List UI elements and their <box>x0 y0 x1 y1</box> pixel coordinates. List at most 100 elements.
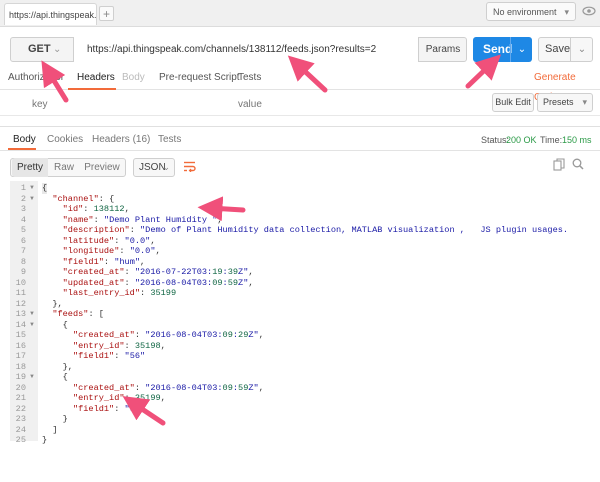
code-line: "field1": "hum", <box>62 256 146 267</box>
arrow-to-name <box>197 196 246 222</box>
code-line: "updated_at": "2016-08-04T03:09:59Z", <box>62 277 254 288</box>
line-number: 16 <box>15 340 26 351</box>
line-number: 14 <box>15 319 26 330</box>
line-number: 20 <box>15 382 26 393</box>
presets-select[interactable]: Presets ▾ <box>537 93 593 112</box>
raw-button[interactable]: Raw <box>50 158 78 177</box>
header-value-input[interactable] <box>236 95 480 113</box>
time-value: 150 ms <box>562 135 592 145</box>
line-number: 21 <box>15 393 26 403</box>
code-line: "entry_id": 35199, <box>72 393 166 403</box>
code-line: ] <box>42 424 58 435</box>
code-line: "description": "Demo of Plant Humidity d… <box>62 225 600 235</box>
line-number: 9 <box>20 267 26 277</box>
code-line: "feeds": [ <box>52 309 104 319</box>
status-value: 200 OK <box>506 135 537 145</box>
status-label: Status: <box>481 135 510 145</box>
code-line: } <box>42 435 48 445</box>
fold-toggle-icon[interactable]: ▼ <box>29 320 35 331</box>
line-number: 19 <box>15 372 26 382</box>
chevron-down-icon: ▾ <box>582 97 587 107</box>
tab-tests[interactable]: Tests <box>238 68 261 88</box>
send-label: Send <box>483 42 513 56</box>
code-line: "channel": { <box>52 193 115 204</box>
fold-toggle-icon[interactable]: ▼ <box>29 194 35 205</box>
chevron-down-icon[interactable]: ⌄ <box>510 37 533 62</box>
code-line: }, <box>42 298 63 309</box>
tab-cookies[interactable]: Cookies <box>47 132 83 148</box>
chevron-down-icon: ⌄ <box>162 162 170 172</box>
line-number: 8 <box>20 256 26 267</box>
format-select[interactable]: JSON ⌄ <box>133 158 175 177</box>
arrow-to-send <box>465 54 502 89</box>
line-number: 4 <box>20 214 26 225</box>
line-number: 22 <box>15 403 26 414</box>
code-line: { <box>42 372 68 382</box>
line-number: 17 <box>15 351 26 361</box>
line-number: 15 <box>15 330 26 340</box>
environment-label: No environment <box>493 7 557 17</box>
chevron-down-icon: ⌄ <box>53 44 62 55</box>
time-label: Time: <box>540 135 563 145</box>
generate-code-link[interactable]: Generate Code <box>534 68 600 103</box>
tab-response-body[interactable]: Body <box>13 132 36 148</box>
method-label: GET <box>28 43 51 55</box>
eye-icon[interactable] <box>580 2 598 21</box>
code-line: "field1": "57" <box>72 403 146 414</box>
code-line: "entry_id": 35198, <box>72 340 166 351</box>
code-line: "last_entry_id": 35199 <box>62 288 177 298</box>
code-line: "id": 138112, <box>62 204 130 214</box>
line-number: 24 <box>15 424 26 435</box>
environment-select[interactable]: No environment ▾ <box>486 2 576 21</box>
chevron-down-icon: ▾ <box>564 7 569 17</box>
tab-body[interactable]: Body <box>122 68 145 88</box>
pretty-button[interactable]: Pretty <box>12 158 48 177</box>
add-tab-button[interactable]: + <box>99 6 114 21</box>
url-input[interactable] <box>73 37 418 62</box>
copy-icon[interactable] <box>551 158 567 175</box>
fold-toggle-icon[interactable]: ▼ <box>29 309 35 320</box>
request-tab[interactable]: https://api.thingspeak.com/ <box>4 3 97 25</box>
line-number: 1 <box>20 183 26 193</box>
divider <box>0 126 600 127</box>
arrow-to-url <box>287 55 328 93</box>
line-number: 13 <box>15 309 26 319</box>
line-number: 2 <box>20 193 26 204</box>
preview-button[interactable]: Preview <box>82 158 122 177</box>
method-select[interactable]: GET ⌄ <box>10 37 73 62</box>
code-line: "created_at": "2016-07-22T03:19:39Z", <box>62 267 254 277</box>
params-button[interactable]: Params <box>418 37 467 62</box>
send-button[interactable]: Send ⌄ <box>473 37 532 62</box>
save-button[interactable]: Save ⌄ <box>538 37 593 62</box>
tab-response-headers[interactable]: Headers (16) <box>92 132 150 148</box>
line-number: 7 <box>20 246 26 256</box>
tab-pre-request-script[interactable]: Pre-request Script <box>159 68 240 88</box>
line-number: 6 <box>20 235 26 246</box>
code-line: { <box>42 183 48 194</box>
tab-headers[interactable]: Headers <box>77 68 115 88</box>
fold-toggle-icon[interactable]: ▼ <box>29 372 35 383</box>
bulk-edit-button[interactable]: Bulk Edit <box>492 93 534 112</box>
chevron-down-icon[interactable]: ⌄ <box>570 38 593 61</box>
divider <box>0 150 600 151</box>
tab-response-tests[interactable]: Tests <box>158 132 181 148</box>
header-key-input[interactable] <box>30 95 224 113</box>
presets-label: Presets <box>543 97 574 107</box>
code-line: { <box>42 319 68 330</box>
code-line: "name": "Demo Plant Humidity ", <box>62 214 223 225</box>
code-line: "created_at": "2016-08-04T03:09:59Z", <box>72 382 264 393</box>
fold-toggle-icon[interactable]: ▼ <box>29 183 35 194</box>
wrap-lines-icon[interactable] <box>180 158 198 177</box>
line-number: 23 <box>15 414 26 424</box>
line-number: 25 <box>15 435 26 445</box>
code-line: "latitude": "0.0", <box>62 235 156 246</box>
line-number: 5 <box>20 225 26 235</box>
code-line: "longitude": "0.0", <box>62 246 161 256</box>
line-number: 11 <box>15 288 26 298</box>
code-line: }, <box>42 361 73 372</box>
line-number: 10 <box>15 277 26 288</box>
tab-authorization[interactable]: Authorization <box>8 68 63 88</box>
code-line: } <box>42 414 68 424</box>
search-icon[interactable] <box>570 158 586 175</box>
save-label: Save <box>545 43 571 55</box>
